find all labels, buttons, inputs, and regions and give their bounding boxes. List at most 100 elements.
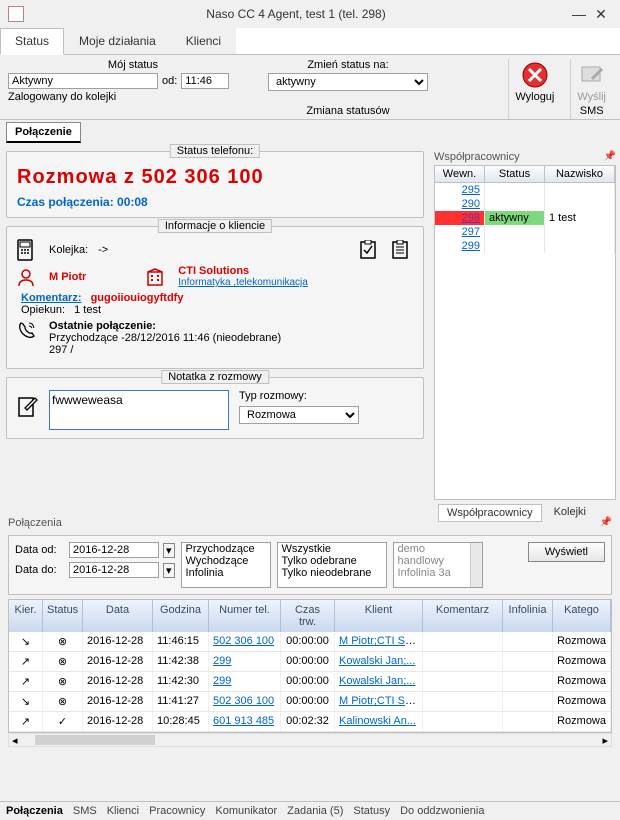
btab-klienci[interactable]: Klienci — [107, 805, 139, 817]
date-from-label: Data od: — [15, 544, 65, 556]
date-to-input[interactable] — [69, 562, 159, 578]
clipboard-check-icon[interactable] — [359, 240, 381, 260]
coworkers-table: Wewn. Status Nazwisko 295290298aktywny1 … — [434, 165, 616, 500]
my-status-label: Mój status — [8, 59, 258, 71]
call-row[interactable]: ↘⊗2016-12-2811:46:15502 306 10000:00:00M… — [9, 632, 611, 652]
col-inf[interactable]: Infolinia — [503, 600, 553, 632]
comment-value: gugoiiouiogyftdfy — [91, 292, 184, 304]
call-row[interactable]: ↗⊗2016-12-2811:42:3029900:00:00Kowalski … — [9, 672, 611, 692]
horizontal-scrollbar[interactable]: ◂▸ — [8, 733, 612, 747]
tab-actions[interactable]: Moje działania — [64, 28, 171, 54]
coworkers-tab[interactable]: Współpracownicy — [438, 504, 542, 522]
call-type-label: Typ rozmowy: — [239, 390, 413, 402]
pin-icon-2[interactable]: 📌 — [600, 517, 612, 529]
queue-value: -> — [98, 244, 108, 256]
coworkers-header: Współpracownicy — [434, 151, 520, 163]
dropdown-icon[interactable]: ▾ — [163, 543, 175, 558]
coworker-row[interactable]: 299 — [435, 239, 615, 253]
col-status[interactable]: Status — [485, 166, 545, 182]
col-godz[interactable]: Godzina — [153, 600, 209, 632]
change-history-link[interactable]: Zmiana statusów — [268, 105, 428, 117]
edit-icon[interactable] — [17, 396, 39, 418]
col-status2[interactable]: Status — [43, 600, 83, 632]
status-toolbar: Mój status od: Zalogowany do kolejki Zmi… — [0, 55, 620, 120]
date-from-input[interactable] — [69, 542, 159, 558]
connections-header: Połączenia — [8, 517, 62, 529]
bottom-tabs: Połączenia SMS Klienci Pracownicy Komuni… — [0, 801, 620, 820]
tab-status[interactable]: Status — [0, 28, 64, 55]
btab-sms[interactable]: SMS — [73, 805, 97, 817]
close-button[interactable]: ✕ — [590, 4, 612, 24]
last-call-label: Ostatnie połączenie: — [49, 320, 281, 332]
col-kli[interactable]: Klient — [335, 600, 423, 632]
company-name[interactable]: CTI Solutions — [178, 265, 308, 277]
col-data[interactable]: Data — [83, 600, 153, 632]
queues-tab[interactable]: Kolejki — [546, 504, 594, 522]
scrollbar[interactable] — [470, 543, 482, 587]
btab-zadania[interactable]: Zadania (5) — [287, 805, 343, 817]
call-row[interactable]: ↗✓2016-12-2810:28:45601 913 48500:02:32K… — [9, 712, 611, 732]
note-title: Notatka z rozmowy — [161, 370, 269, 384]
keeper-value: 1 test — [74, 304, 101, 316]
logged-queue-label: Zalogowany do kolejki — [8, 91, 258, 103]
industry-link[interactable]: Informatyka ,telekomunikacja — [178, 277, 308, 288]
title-bar: Naso CC 4 Agent, test 1 (tel. 298) — ✕ — [0, 0, 620, 28]
col-czas[interactable]: Czas trw. — [281, 600, 335, 632]
coworker-row[interactable]: 295 — [435, 183, 615, 197]
client-name[interactable]: M Piotr — [49, 271, 86, 283]
pick-list[interactable]: Wszystkie Tylko odebrane Tylko nieodebra… — [277, 542, 387, 588]
call-row[interactable]: ↗⊗2016-12-2811:42:3829900:00:00Kowalski … — [9, 652, 611, 672]
calls-grid: Kier. Status Data Godzina Numer tel. Cza… — [8, 599, 612, 733]
clipboard-list-icon[interactable] — [391, 240, 413, 260]
my-status-input[interactable] — [8, 73, 158, 89]
building-icon — [146, 268, 168, 286]
change-status-label: Zmień status na: — [268, 59, 428, 71]
date-to-label: Data do: — [15, 564, 65, 576]
dropdown-icon[interactable]: ▾ — [163, 563, 175, 578]
connection-subtab[interactable]: Połączenie — [6, 122, 81, 143]
btab-komunikator[interactable]: Komunikator — [215, 805, 277, 817]
pin-icon[interactable]: 📌 — [604, 151, 616, 163]
logout-button[interactable]: Wyloguj — [508, 59, 560, 119]
keeper-label: Opiekun: — [21, 304, 65, 316]
call-row[interactable]: ↘⊗2016-12-2811:41:27502 306 10000:00:00M… — [9, 692, 611, 712]
close-red-icon — [521, 61, 549, 89]
app-icon — [8, 6, 24, 22]
note-pencil-icon — [578, 61, 606, 89]
phone-status-line: Rozmowa z 502 306 100 — [17, 166, 413, 189]
last-call-ext: 297 / — [49, 344, 281, 356]
btab-statusy[interactable]: Statusy — [353, 805, 390, 817]
coworker-row[interactable]: 298aktywny1 test — [435, 211, 615, 225]
call-type-select[interactable]: Rozmowa — [239, 406, 359, 424]
tab-clients[interactable]: Klienci — [171, 28, 236, 54]
btab-pracownicy[interactable]: Pracownicy — [149, 805, 205, 817]
comment-label[interactable]: Komentarz: — [21, 292, 82, 304]
direction-list[interactable]: Przychodzące Wychodzące Infolinia — [181, 542, 271, 588]
col-num[interactable]: Numer tel. — [209, 600, 281, 632]
note-group: Notatka z rozmowy Typ rozmowy: Rozmowa — [6, 377, 424, 439]
client-info-group: Informacje o kliencie Kolejka: -> — [6, 226, 424, 369]
col-ext[interactable]: Wewn. — [435, 166, 485, 182]
coworker-row[interactable]: 297 — [435, 225, 615, 239]
phone-status-title: Status telefonu: — [170, 144, 260, 158]
send-sms-button[interactable]: Wyślij SMS — [570, 59, 612, 119]
connection-filters: Data od: ▾ Data do: ▾ Przychodzące Wycho… — [8, 535, 612, 595]
note-textarea[interactable] — [49, 390, 229, 430]
btab-polaczenia[interactable]: Połączenia — [6, 805, 63, 817]
col-name[interactable]: Nazwisko — [545, 166, 615, 182]
change-status-select[interactable]: aktywny — [268, 73, 428, 91]
minimize-button[interactable]: — — [568, 4, 590, 24]
od-label: od: — [162, 75, 177, 87]
queue-label: Kolejka: — [49, 244, 88, 256]
queue-list[interactable]: demo handlowy Infolinia 3a — [393, 542, 483, 588]
last-call-value: Przychodzące -28/12/2016 11:46 (nieodebr… — [49, 332, 281, 344]
btab-dooddz[interactable]: Do oddzwonienia — [400, 805, 484, 817]
user-icon — [17, 268, 39, 286]
col-kom[interactable]: Komentarz — [423, 600, 503, 632]
col-kat[interactable]: Katego — [553, 600, 611, 632]
show-button[interactable]: Wyświetl — [528, 542, 605, 562]
col-kier[interactable]: Kier. — [9, 600, 43, 632]
phone-status-group: Status telefonu: Rozmowa z 502 306 100 C… — [6, 151, 424, 218]
coworker-row[interactable]: 290 — [435, 197, 615, 211]
od-time-input[interactable] — [181, 73, 229, 89]
